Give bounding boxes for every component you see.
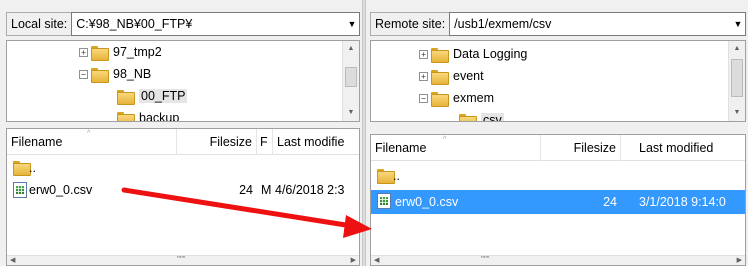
column-filename[interactable]: Filename ^ [371, 135, 541, 161]
file-size: 24 [239, 183, 253, 197]
column-filename[interactable]: Filename ^ [7, 129, 177, 155]
tree-node-97-tmp2[interactable]: + 97_tmp2 [79, 42, 162, 62]
tree-node-label: csv [481, 113, 504, 121]
column-filesize[interactable]: Filesize [541, 135, 621, 161]
folder-icon [91, 67, 109, 83]
local-site-bar: Local site: ▼ [6, 12, 360, 36]
folder-icon [13, 161, 31, 176]
scroll-up-icon[interactable]: ▲ [343, 41, 359, 57]
file-name: .. [393, 169, 400, 183]
file-modified: 4/6/2018 2:3 [275, 183, 345, 197]
collapse-icon[interactable]: − [419, 93, 428, 103]
folder-icon [117, 111, 135, 121]
file-size: 24 [603, 195, 617, 209]
column-filetype[interactable]: F [257, 129, 273, 155]
remote-path-input[interactable] [450, 13, 731, 35]
folder-icon [91, 45, 109, 61]
remote-tree-scrollbar[interactable]: ▲ ▼ [728, 41, 745, 121]
folder-icon [431, 47, 449, 63]
tree-node-label: 97_tmp2 [113, 45, 162, 59]
remote-site-combo[interactable]: ▼ [449, 12, 746, 36]
scroll-grip[interactable]: """ [481, 256, 490, 265]
column-last-modified[interactable]: Last modified [621, 135, 745, 161]
scroll-right-icon[interactable]: ▶ [737, 256, 742, 265]
column-filesize[interactable]: Filesize [177, 129, 257, 155]
tree-node-csv[interactable]: csv [459, 110, 504, 121]
scroll-left-icon[interactable]: ◀ [374, 256, 379, 265]
local-list-hscrollbar[interactable]: ◀ """ ▶ [7, 255, 359, 265]
column-last-modified[interactable]: Last modifie [273, 129, 359, 155]
column-label: Filename [375, 141, 427, 155]
tree-node-98-nb[interactable]: − 98_NB [79, 64, 151, 84]
local-file-list: Filename ^ Filesize F Last modifie .. er… [6, 128, 360, 266]
remote-file-list: Filename ^ Filesize Last modified .. erw… [370, 134, 746, 266]
column-label: Last modified [639, 141, 714, 155]
folder-icon [377, 169, 395, 184]
local-site-combo[interactable]: ▼ [71, 12, 360, 36]
tree-node-data-logging[interactable]: + Data Logging [419, 44, 527, 64]
local-pane: Local site: ▼ + 97_tmp2 − 98_NB 00_FTP b… [0, 0, 362, 266]
list-item-parent-dir[interactable]: .. [371, 165, 745, 187]
file-modified: 3/1/2018 9:14:0 [639, 195, 726, 209]
remote-pane: Remote site: ▼ + Data Logging + event − … [366, 0, 748, 266]
folder-icon [117, 89, 135, 105]
list-item-file[interactable]: erw0_0.csv 24 M 4/6/2018 2:3 [7, 179, 359, 201]
tree-node-label: 98_NB [113, 67, 152, 81]
remote-site-bar: Remote site: ▼ [370, 12, 746, 36]
folder-icon [459, 113, 477, 121]
tree-node-label: backup [139, 111, 180, 122]
expand-icon[interactable]: + [419, 49, 428, 59]
file-name: .. [29, 161, 36, 175]
column-label: Filesize [573, 141, 616, 155]
csv-file-icon [13, 182, 27, 198]
folder-icon [431, 91, 449, 107]
column-label: Filename [11, 135, 63, 149]
list-item-file[interactable]: erw0_0.csv 24 3/1/2018 9:14:0 [371, 190, 745, 214]
remote-site-label: Remote site: [370, 12, 450, 36]
file-name: erw0_0.csv [395, 195, 459, 209]
scroll-thumb[interactable] [345, 67, 357, 87]
scroll-down-icon[interactable]: ▼ [729, 105, 745, 121]
folder-icon [431, 69, 449, 85]
sort-ascending-icon: ^ [87, 130, 91, 137]
local-path-input[interactable] [72, 13, 345, 35]
scroll-down-icon[interactable]: ▼ [343, 105, 359, 121]
tree-node-event[interactable]: + event [419, 66, 484, 86]
tree-node-exmem[interactable]: − exmem [419, 88, 494, 108]
expand-icon[interactable]: + [419, 71, 428, 81]
expand-icon[interactable]: + [79, 47, 88, 57]
remote-folder-tree: + Data Logging + event − exmem csv ▲ ▼ [370, 40, 746, 122]
scroll-left-icon[interactable]: ◀ [10, 256, 15, 265]
tree-node-label: Data Logging [453, 47, 528, 61]
remote-list-hscrollbar[interactable]: ◀ """ ▶ [371, 255, 745, 265]
file-name: erw0_0.csv [29, 183, 93, 197]
scroll-thumb[interactable] [731, 59, 743, 97]
column-label: F [260, 135, 268, 149]
local-list-header: Filename ^ Filesize F Last modifie [7, 129, 359, 155]
chevron-down-icon[interactable]: ▼ [731, 13, 745, 35]
column-label: Filesize [209, 135, 252, 149]
sort-ascending-icon: ^ [443, 136, 447, 143]
chevron-down-icon[interactable]: ▼ [345, 13, 359, 35]
tree-node-label: event [453, 69, 484, 83]
local-folder-tree: + 97_tmp2 − 98_NB 00_FTP backup ▲ ▼ [6, 40, 360, 122]
tree-node-backup[interactable]: backup [117, 108, 180, 122]
scroll-grip[interactable]: """ [177, 256, 186, 265]
tree-node-label: exmem [453, 91, 494, 105]
local-tree-scrollbar[interactable]: ▲ ▼ [342, 41, 359, 121]
tree-node-00-ftp[interactable]: 00_FTP [117, 86, 188, 106]
scroll-right-icon[interactable]: ▶ [351, 256, 356, 265]
tree-node-label: 00_FTP [139, 89, 188, 103]
collapse-icon[interactable]: − [79, 69, 88, 79]
file-type: M [261, 183, 272, 197]
remote-list-header: Filename ^ Filesize Last modified [371, 135, 745, 161]
scroll-up-icon[interactable]: ▲ [729, 41, 745, 57]
column-label: Last modifie [277, 135, 345, 149]
local-site-label: Local site: [6, 12, 72, 36]
list-item-parent-dir[interactable]: .. [7, 157, 359, 179]
csv-file-icon [377, 193, 391, 209]
